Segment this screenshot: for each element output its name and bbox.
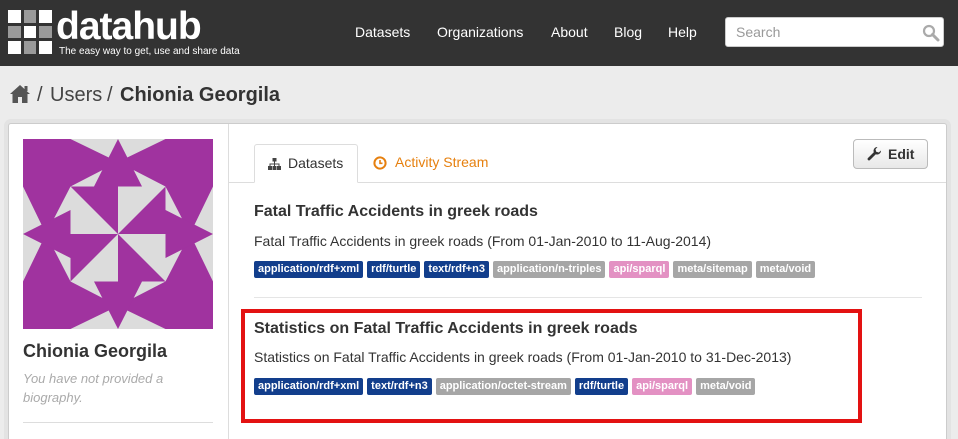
nav-about[interactable]: About [551, 0, 588, 66]
format-tag[interactable]: application/n-triples [492, 261, 606, 278]
format-tag[interactable]: api/sparql [609, 261, 670, 278]
clock-icon [373, 156, 387, 170]
search-icon[interactable] [922, 24, 940, 42]
profile-bio: You have not provided a biography. [23, 371, 164, 405]
dataset-format-tags: application/rdf+xml rdf/turtle text/rdf+n3… [254, 261, 816, 278]
nav-organizations[interactable]: Organizations [437, 0, 523, 66]
breadcrumb-separator: / [37, 84, 43, 106]
profile-user-name: Chionia Georgila [23, 341, 168, 361]
logo-mark-icon [8, 10, 52, 54]
dataset-title[interactable]: Fatal Traffic Accidents in greek roads [254, 203, 538, 221]
search-box [725, 17, 944, 47]
nav-blog[interactable]: Blog [614, 0, 642, 66]
format-tag[interactable]: text/rdf+n3 [424, 261, 489, 278]
breadcrumb-separator: / [107, 84, 113, 106]
format-tag[interactable]: rdf/turtle [367, 261, 421, 278]
wrench-icon [867, 147, 882, 161]
sitemap-icon [268, 158, 281, 170]
sidebar-divider [228, 124, 229, 439]
logo-text: datahub [56, 5, 202, 48]
breadcrumb-current-user[interactable]: Chionia Georgila [120, 83, 280, 107]
dataset-separator [254, 297, 922, 298]
tab-datasets[interactable]: Datasets [254, 144, 358, 183]
sidebar-rule [23, 422, 213, 423]
format-tag[interactable]: application/rdf+xml [254, 261, 364, 278]
tab-activity-stream-label: Activity Stream [395, 154, 489, 170]
logo-tagline: The easy way to get, use and share data [59, 46, 240, 57]
tab-datasets-label: Datasets [288, 155, 344, 171]
datahub-logo[interactable]: datahub The easy way to get, use and sha… [6, 5, 256, 57]
search-input[interactable] [726, 18, 916, 46]
home-icon[interactable] [9, 84, 31, 104]
edit-button-label: Edit [888, 146, 915, 162]
user-avatar[interactable] [23, 139, 213, 329]
format-tag[interactable]: meta/sitemap [673, 261, 752, 278]
dataset-notes: Fatal Traffic Accidents in greek roads (… [254, 233, 712, 249]
format-tag[interactable]: meta/void [755, 261, 816, 278]
breadcrumb-users[interactable]: Users [50, 83, 102, 107]
nav-datasets[interactable]: Datasets [355, 0, 410, 66]
nav-help[interactable]: Help [668, 0, 697, 66]
edit-button[interactable]: Edit [853, 139, 928, 169]
top-navbar: datahub The easy way to get, use and sha… [0, 0, 958, 66]
highlight-box [241, 309, 862, 423]
